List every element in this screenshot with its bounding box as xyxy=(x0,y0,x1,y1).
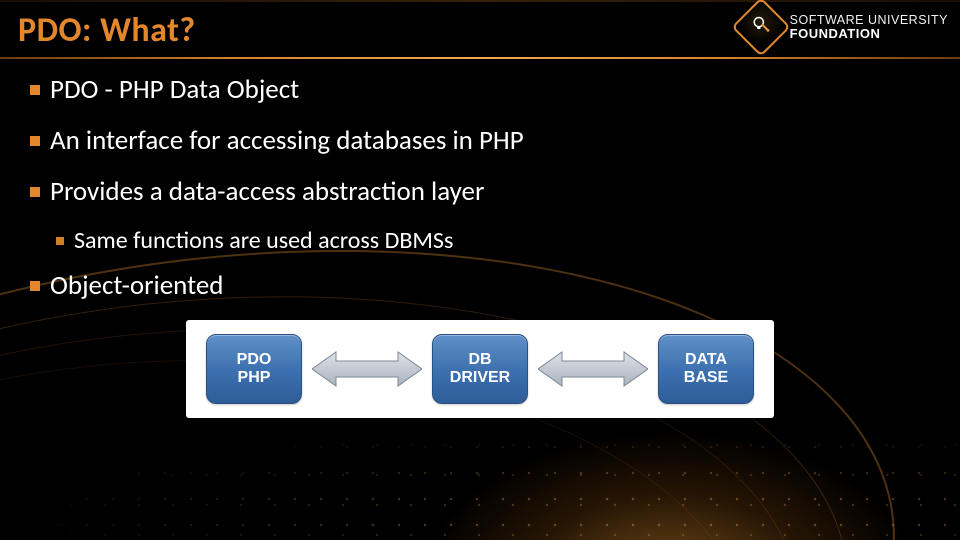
double-arrow-icon xyxy=(538,346,648,392)
logo-line2: FOUNDATION xyxy=(790,27,948,41)
diagram-node-driver: DB DRIVER xyxy=(432,334,528,404)
bg-glow xyxy=(420,430,920,540)
bullet-3: Provides a data-access abstraction layer xyxy=(30,175,930,208)
diagram-node-pdo: PDO PHP xyxy=(206,334,302,404)
bullet-3-sub-text: Same functions are used across DBMSs xyxy=(74,226,453,255)
bullet-square-icon xyxy=(30,187,40,197)
logo-line1: SOFTWARE UNIVERSITY xyxy=(790,14,948,27)
pdo-architecture-diagram: PDO PHP DB DRIVER DATA BASE xyxy=(186,320,774,418)
title-topline xyxy=(0,0,960,2)
bullet-square-icon xyxy=(56,237,64,245)
bullet-3-sub: Same functions are used across DBMSs xyxy=(56,226,930,255)
bullet-1-text: PDO - PHP Data Object xyxy=(50,73,299,106)
diagram-node-database: DATA BASE xyxy=(658,334,754,404)
bullet-square-icon xyxy=(30,85,40,95)
bullet-2-text: An interface for accessing databases in … xyxy=(50,124,524,157)
bullet-4: Object-oriented xyxy=(30,269,930,302)
slide-content: PDO - PHP Data Object An interface for a… xyxy=(0,59,960,418)
lightbulb-wrench-icon xyxy=(750,14,772,41)
logo-text: SOFTWARE UNIVERSITY FOUNDATION xyxy=(790,14,948,41)
bullet-2: An interface for accessing databases in … xyxy=(30,124,930,157)
bullet-4-text: Object-oriented xyxy=(50,269,223,302)
double-arrow-icon xyxy=(312,346,422,392)
brand-logo: SOFTWARE UNIVERSITY FOUNDATION xyxy=(740,6,948,48)
bg-dots xyxy=(0,420,960,540)
bullet-square-icon xyxy=(30,281,40,291)
bullet-3-text: Provides a data-access abstraction layer xyxy=(50,175,484,208)
bullet-square-icon xyxy=(30,136,40,146)
bullet-1: PDO - PHP Data Object xyxy=(30,73,930,106)
